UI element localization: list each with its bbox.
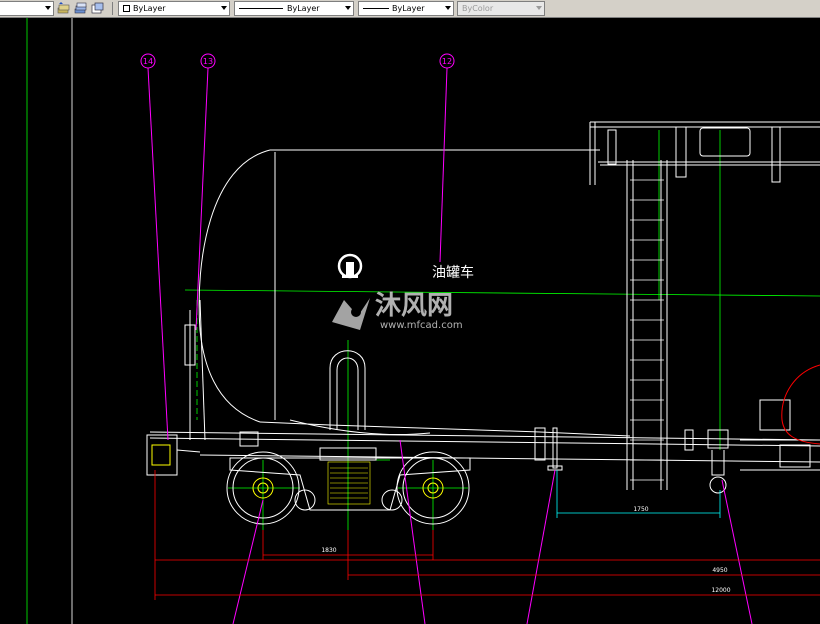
watermark-url: www.mfcad.com xyxy=(380,320,463,331)
plotstyle-combo: ByColor xyxy=(457,1,545,16)
layer-manager-icon[interactable] xyxy=(91,2,104,15)
chevron-down-icon[interactable] xyxy=(45,6,51,10)
center-saddle xyxy=(329,350,366,430)
underframe xyxy=(149,399,820,494)
color-combo[interactable]: ByLayer xyxy=(118,1,230,16)
watermark-logo xyxy=(332,298,370,330)
balloon-label: 12 xyxy=(442,57,452,66)
centerlines xyxy=(184,130,820,530)
linetype-sample xyxy=(239,8,283,9)
lineweight-combo[interactable]: ByLayer xyxy=(358,1,454,16)
color-swatch xyxy=(123,5,130,12)
dimension-text: 1830 xyxy=(321,547,336,554)
toolbar-separator xyxy=(112,2,113,15)
dimension-text: 1750 xyxy=(633,506,648,513)
dimension-text: 12000 xyxy=(711,587,730,594)
brake-cylinder-outline xyxy=(781,364,820,445)
layer-combo[interactable] xyxy=(0,1,54,16)
properties-toolbar: ByLayer ByLayer ByLayer ByColor xyxy=(0,0,820,18)
balloon-circles xyxy=(140,53,455,69)
plotstyle-combo-value: ByColor xyxy=(462,4,494,13)
railway-logo xyxy=(337,253,363,279)
chevron-down-icon[interactable] xyxy=(221,6,227,10)
layer-previous-icon[interactable] xyxy=(57,2,70,15)
car-label: 油罐车 xyxy=(432,264,474,281)
balloon-label: 13 xyxy=(203,57,213,66)
chevron-down-icon xyxy=(536,6,542,10)
color-combo-value: ByLayer xyxy=(133,4,166,13)
dimension-text: 4950 xyxy=(712,567,727,574)
watermark-text: 沐风网 xyxy=(375,291,453,321)
layer-states-icon[interactable] xyxy=(74,2,87,15)
linetype-combo-value: ByLayer xyxy=(287,4,320,13)
top-platform xyxy=(589,121,820,490)
lineweight-combo-value: ByLayer xyxy=(392,4,425,13)
bogie-springs xyxy=(327,461,371,505)
bogie xyxy=(226,447,471,525)
linetype-combo[interactable]: ByLayer xyxy=(234,1,354,16)
chevron-down-icon[interactable] xyxy=(445,6,451,10)
drawing-canvas[interactable]: 14 13 12 油罐车 沐风网 www.mfcad.com 1750 1830… xyxy=(0,18,820,624)
lineweight-sample xyxy=(363,8,389,9)
balloon-label: 14 xyxy=(143,57,153,66)
chevron-down-icon[interactable] xyxy=(345,6,351,10)
